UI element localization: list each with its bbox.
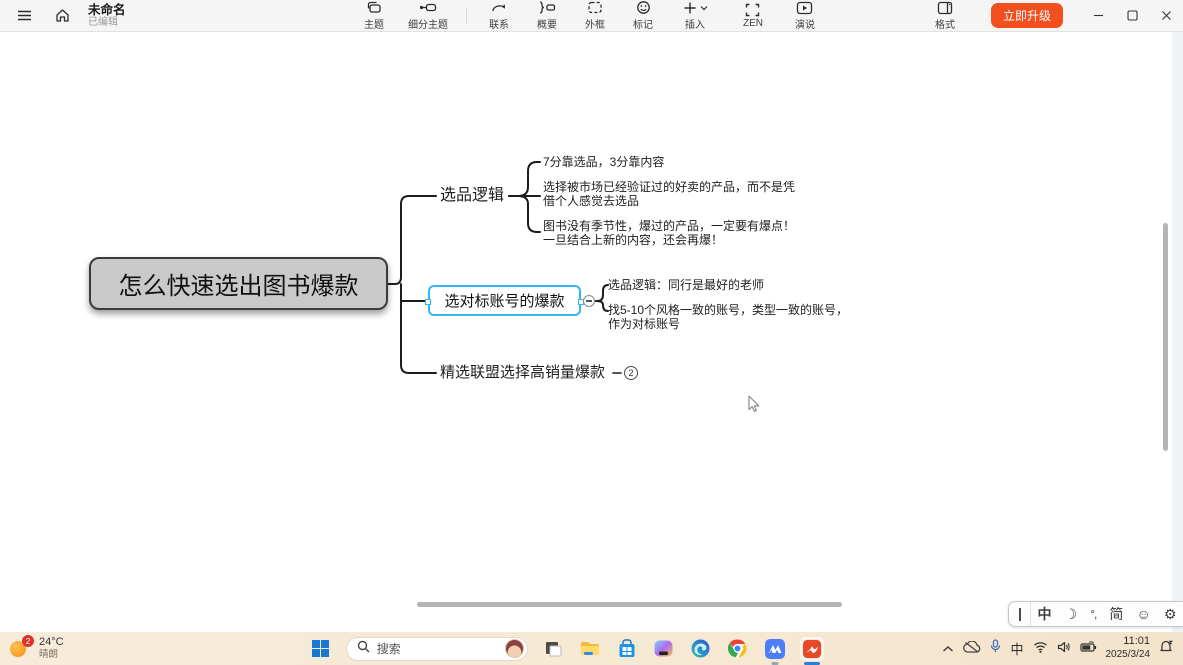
ime-fullwidth-moon-icon[interactable]: ☽ — [1065, 607, 1078, 621]
mindmap-leaf[interactable]: 选择被市场已经验证过的好卖的产品，而不是凭借个人感觉去选品 — [543, 180, 801, 208]
xmind-icon[interactable] — [800, 637, 824, 661]
mindmap-leaf[interactable]: 图书没有季节性，爆过的产品，一定要有爆点！一旦结合上新的内容，还会再爆！ — [543, 219, 801, 247]
wifi-icon[interactable] — [1033, 640, 1048, 658]
edge-icon[interactable] — [689, 637, 713, 661]
toolbar-marker-button[interactable]: 标记 — [621, 1, 665, 31]
mindmap-branch-benchmark-accounts[interactable]: 选对标账号的爆款 — [428, 285, 581, 316]
subtopic-icon — [419, 0, 437, 15]
weather-sun-icon: 2 — [10, 637, 32, 659]
zen-mode-button[interactable]: ZEN — [731, 1, 775, 31]
toolbar-insert-button[interactable]: 插入 — [669, 1, 721, 31]
weather-widget[interactable]: 2 24°C 晴朗 — [0, 636, 190, 661]
onedrive-icon[interactable] — [963, 640, 981, 658]
active-indicator — [804, 662, 820, 665]
mindmap-branch-alliance[interactable]: 精选联盟选择高销量爆款 — [440, 363, 605, 383]
relationship-icon — [491, 0, 508, 15]
format-icon — [937, 1, 953, 15]
taskbar-search-input[interactable]: 搜索 — [346, 637, 528, 661]
toolbar-boundary-button[interactable]: 外框 — [573, 1, 617, 31]
maximize-button[interactable] — [1115, 1, 1149, 31]
toolbar-summary-button[interactable]: 概要 — [525, 1, 569, 31]
weather-badge: 2 — [22, 635, 34, 647]
ime-toolbar: 中 ☽ °, 简 ☺ ⚙ — [1008, 601, 1183, 627]
ime-simplified-toggle[interactable]: 简 — [1109, 607, 1123, 621]
search-placeholder: 搜索 — [377, 640, 498, 657]
close-button[interactable] — [1149, 1, 1183, 31]
collapse-toggle[interactable] — [583, 295, 595, 307]
mindmap-leaf[interactable]: 选品逻辑：同行是最好的老师 — [608, 278, 828, 292]
ime-mode-toggle[interactable]: 中 — [1038, 607, 1052, 621]
toolbar: 主题 细分主题 联系 概要 外框 — [352, 1, 721, 31]
system-tray: 中 11:01 2025/3/24 — [942, 635, 1183, 661]
ime-punctuation-toggle[interactable]: °, — [1090, 608, 1096, 620]
toolbar-relationship-button[interactable]: 联系 — [477, 1, 521, 31]
ime-settings-gear-icon[interactable]: ⚙ — [1164, 607, 1177, 621]
notification-bell-icon[interactable] — [1159, 639, 1173, 658]
search-icon — [357, 640, 370, 658]
copilot-icon[interactable] — [652, 637, 676, 661]
mindmap-leaf[interactable]: 7分靠选品，3分靠内容 — [543, 155, 743, 169]
mouse-cursor — [746, 395, 762, 420]
ime-caret-icon[interactable] — [1009, 602, 1031, 626]
format-panel-button[interactable]: 格式 — [923, 1, 967, 31]
toolbar-subtopic-button[interactable]: 细分主题 — [400, 1, 456, 31]
task-view-icon[interactable] — [541, 637, 565, 661]
document-title: 未命名 — [88, 3, 126, 17]
clock-date: 2025/3/24 — [1106, 649, 1151, 662]
microphone-icon[interactable] — [990, 639, 1001, 658]
mindmap-root-topic[interactable]: 怎么快速选出图书爆款 — [89, 257, 388, 310]
hamburger-menu-icon[interactable] — [12, 4, 36, 28]
mindmap-branch-selection-logic[interactable]: 选品逻辑 — [440, 186, 504, 206]
document-status: 已编辑 — [88, 17, 126, 29]
running-indicator — [771, 662, 778, 665]
boundary-icon — [587, 0, 603, 15]
present-button[interactable]: 演说 — [783, 1, 827, 31]
toolbar-divider — [466, 8, 467, 24]
file-explorer-icon[interactable] — [578, 637, 602, 661]
vertical-scrollbar[interactable] — [1163, 223, 1168, 451]
app-titlebar: 未命名 已编辑 主题 细分主题 联系 概要 — [0, 0, 1183, 32]
tray-ime-indicator[interactable]: 中 — [1010, 639, 1023, 658]
microsoft-store-icon[interactable] — [615, 637, 639, 661]
chrome-icon[interactable] — [726, 637, 750, 661]
search-avatar — [505, 639, 524, 658]
blue-m-app-icon[interactable] — [763, 637, 787, 661]
weather-condition: 晴朗 — [39, 649, 64, 660]
upgrade-button[interactable]: 立即升级 — [991, 3, 1063, 28]
plus-icon — [683, 1, 697, 15]
theme-icon — [366, 0, 382, 15]
weather-temp: 24°C — [39, 636, 64, 649]
play-icon — [796, 1, 813, 15]
volume-icon[interactable] — [1057, 640, 1071, 658]
zen-icon — [745, 3, 760, 17]
home-icon[interactable] — [50, 4, 74, 28]
start-button[interactable] — [309, 637, 333, 661]
taskbar-clock[interactable]: 11:01 2025/3/24 — [1106, 635, 1151, 661]
mindmap-leaf[interactable]: 找5-10个风格一致的账号，类型一致的账号，作为对标账号 — [608, 303, 856, 331]
battery-icon[interactable] — [1080, 640, 1097, 658]
document-title-block[interactable]: 未命名 已编辑 — [88, 3, 126, 29]
chevron-down-icon — [700, 5, 708, 11]
mindmap-connectors — [0, 32, 1183, 632]
horizontal-scrollbar[interactable] — [417, 602, 842, 607]
clock-time: 11:01 — [1106, 635, 1151, 649]
tray-chevron-up-icon[interactable] — [942, 640, 954, 658]
ime-emoji-icon[interactable]: ☺ — [1136, 607, 1150, 621]
windows-taskbar: 2 24°C 晴朗 搜索 — [0, 632, 1183, 665]
summary-icon — [538, 0, 556, 15]
marker-icon — [636, 0, 651, 15]
minimize-button[interactable] — [1081, 1, 1115, 31]
mindmap-canvas[interactable]: 怎么快速选出图书爆款 选品逻辑 7分靠选品，3分靠内容 选择被市场已经验证过的好… — [0, 32, 1183, 632]
selection-handle-left[interactable] — [425, 299, 431, 305]
toolbar-theme-button[interactable]: 主题 — [352, 1, 396, 31]
collapsed-count-badge[interactable]: 2 — [624, 366, 638, 380]
